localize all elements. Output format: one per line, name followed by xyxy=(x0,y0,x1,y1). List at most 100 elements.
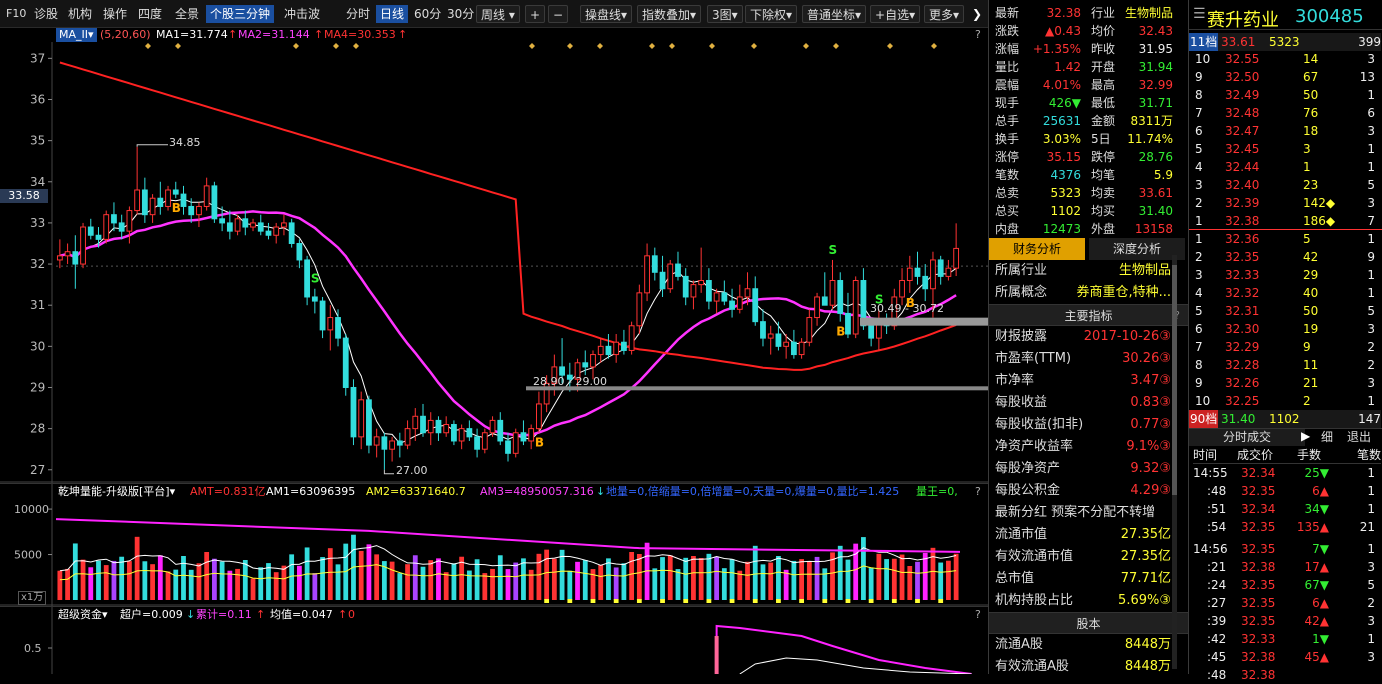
candle xyxy=(288,218,295,248)
ask-level-row[interactable]: 2 32.39 142◆ 3 xyxy=(1193,194,1381,212)
order-book-panel: ☰ 赛升药业 300485 11档 33.61 5323 399 10 32.55… xyxy=(1188,0,1382,682)
trade-row: :24 32.35 67▼ 5 xyxy=(1193,576,1381,594)
fin2-label: 机构持股占比 xyxy=(995,593,1074,608)
info-scrollbar[interactable] xyxy=(1172,255,1177,669)
bid-level-row[interactable]: 2 32.35 42 9 xyxy=(1193,248,1381,266)
bid-level-row[interactable]: 4 32.32 40 1 xyxy=(1193,284,1381,302)
trade-qty: 1▼ xyxy=(1312,632,1329,646)
ask-level-row[interactable]: 3 32.40 23 5 xyxy=(1193,176,1381,194)
ask-level-row[interactable]: 4 32.44 1 1 xyxy=(1193,158,1381,176)
volume-bar xyxy=(420,566,426,600)
candle-body xyxy=(906,267,913,282)
volume-bar xyxy=(737,570,743,600)
play-icon[interactable]: ▶ xyxy=(1301,429,1310,443)
volume-bar xyxy=(791,560,797,600)
ask-level-row[interactable]: 6 32.47 18 3 xyxy=(1193,122,1381,140)
candle xyxy=(172,181,179,199)
candle-body xyxy=(234,218,241,232)
tab-finance[interactable]: 财务分析 xyxy=(989,238,1085,260)
candle-body xyxy=(636,292,643,327)
menu-icon[interactable]: ☰ xyxy=(1193,6,1206,22)
help-icon[interactable]: ? xyxy=(975,607,981,623)
bid-level-row[interactable]: 5 32.31 50 5 xyxy=(1193,302,1381,320)
volume-bar xyxy=(814,556,820,600)
volume-bar xyxy=(273,572,279,600)
candle-body xyxy=(868,325,875,339)
event-marker-icon xyxy=(597,43,603,49)
candle-body xyxy=(265,230,272,236)
candle xyxy=(821,272,828,306)
volume-bar xyxy=(157,555,163,600)
candle xyxy=(350,379,357,446)
level-volume: 14 xyxy=(1303,52,1319,66)
fin-row: 每股收益 0.83③ xyxy=(995,392,1171,414)
candle-body xyxy=(621,341,627,351)
candle xyxy=(621,329,627,355)
fund-average-line xyxy=(739,657,972,674)
candle-body xyxy=(790,341,797,356)
candles xyxy=(56,146,960,470)
event-marker-icon xyxy=(931,43,937,49)
fund-indicator-selector[interactable]: 超级资金▾ xyxy=(58,607,108,623)
ask-level-row[interactable]: 9 32.50 67 13 xyxy=(1193,68,1381,86)
volume-bar xyxy=(96,560,101,600)
volume-bar xyxy=(521,558,526,600)
chart-area[interactable]: 3736353433323130292827 BSBSBS B 100005000… xyxy=(0,0,988,674)
fin2-label: 有效流通市值 xyxy=(995,549,1074,564)
volume-bar xyxy=(652,568,658,600)
candle-body xyxy=(281,222,287,228)
help-icon[interactable]: ? xyxy=(975,484,981,499)
ma-lines xyxy=(59,61,957,445)
bid-level-row[interactable]: 9 32.26 21 3 xyxy=(1193,374,1381,392)
tab-depth[interactable]: 深度分析 xyxy=(1089,238,1185,260)
volume-bar xyxy=(606,558,611,600)
stat-label: 内盘 xyxy=(995,222,1020,236)
level-index: 7 xyxy=(1195,340,1203,354)
scrollbar-thumb[interactable] xyxy=(1172,265,1177,495)
stat-value: 31.95 xyxy=(1138,42,1173,56)
ask-level-row[interactable]: 1 32.38 186◆ 7 xyxy=(1193,212,1381,230)
candle-body xyxy=(559,366,565,376)
candle-body xyxy=(80,226,86,265)
fund-indicator-name: 超级资金 xyxy=(58,608,102,621)
exit-button[interactable]: 退出 xyxy=(1347,429,1371,446)
price-tick-label: 35 xyxy=(30,134,45,148)
level-price: 32.25 xyxy=(1225,394,1260,408)
candle-body xyxy=(613,341,620,356)
amt-value: AMT=0.831亿 xyxy=(190,485,266,498)
ask-level-row[interactable]: 5 32.45 3 1 xyxy=(1193,140,1381,158)
stat-value: 32.43 xyxy=(1138,24,1173,38)
candle-body xyxy=(296,242,303,261)
level-price: 32.32 xyxy=(1225,286,1260,300)
tab-fine[interactable]: 细 xyxy=(1321,429,1333,446)
ask-level-row[interactable]: 8 32.49 50 1 xyxy=(1193,86,1381,104)
candle xyxy=(165,185,171,211)
volume-bar xyxy=(497,555,503,600)
fin2-row: 总市值 77.71亿 xyxy=(995,568,1171,590)
stats-row: 换手 3.03% 5日 11.74% xyxy=(995,130,1179,148)
bid-level-row[interactable]: 7 32.29 9 2 xyxy=(1193,338,1381,356)
bid-level-row[interactable]: 3 32.33 29 1 xyxy=(1193,266,1381,284)
trade-qty: 25▼ xyxy=(1304,466,1330,480)
price-tick-label: 32 xyxy=(30,257,45,271)
fin-row: 每股净资产 9.32③ xyxy=(995,458,1171,480)
bid-level-row[interactable]: 1 32.36 5 1 xyxy=(1193,230,1381,248)
stat-value: 25631 xyxy=(1042,114,1081,128)
ask-level-row[interactable]: 7 32.48 76 6 xyxy=(1193,104,1381,122)
level-index: 6 xyxy=(1195,322,1203,336)
tab-intraday-trades[interactable]: 分时成交 xyxy=(1189,429,1305,446)
bid-level-row[interactable]: 8 32.28 11 2 xyxy=(1193,356,1381,374)
candle-body xyxy=(396,440,403,446)
concept-value[interactable]: 券商重仓,特种... xyxy=(1076,282,1171,304)
candle xyxy=(613,334,620,363)
ask-level-row[interactable]: 10 32.55 14 3 xyxy=(1193,50,1381,68)
fin-label: 市净率 xyxy=(995,373,1035,388)
level-volume: 67 xyxy=(1303,70,1319,84)
bid-level-row[interactable]: 6 32.30 19 3 xyxy=(1193,320,1381,338)
candle-body xyxy=(721,292,728,302)
bid-level-row[interactable]: 10 32.25 2 1 xyxy=(1193,392,1381,410)
candle-body xyxy=(250,222,256,228)
volume-indicator-selector[interactable]: 乾坤量能-升级版[平台]▾ xyxy=(58,484,175,499)
stat-label: 换手 xyxy=(995,132,1020,146)
industry-value[interactable]: 生物制品 xyxy=(1119,260,1171,282)
